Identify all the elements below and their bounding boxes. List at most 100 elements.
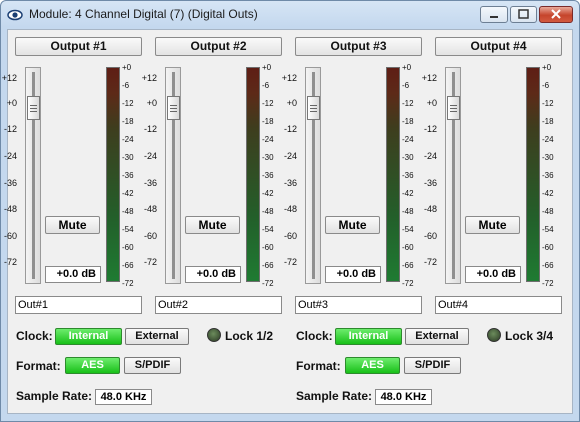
fader-scale-label: +12 bbox=[281, 73, 297, 83]
meter-scale-label: -72 bbox=[542, 279, 554, 288]
meter-scale-label: -12 bbox=[402, 99, 414, 108]
gain-value-3[interactable]: +0.0 dB bbox=[325, 266, 381, 283]
gain-value-4[interactable]: +0.0 dB bbox=[465, 266, 521, 283]
output-header-4[interactable]: Output #4 bbox=[435, 37, 562, 56]
gain-value-2[interactable]: +0.0 dB bbox=[185, 266, 241, 283]
fader-scale-label: +12 bbox=[421, 73, 437, 83]
meter-scale-label: -72 bbox=[262, 279, 274, 288]
fader-scale-label: -60 bbox=[3, 231, 17, 241]
meter-scale-label: -24 bbox=[122, 135, 134, 144]
close-icon bbox=[551, 9, 561, 19]
clock-external-button[interactable]: External bbox=[405, 328, 469, 345]
mute-button-2[interactable]: Mute bbox=[185, 216, 240, 234]
meter-scale-label: -36 bbox=[542, 171, 554, 180]
clock-label: Clock: bbox=[296, 329, 333, 343]
fader-scale-label: +12 bbox=[1, 73, 17, 83]
meter-scale-label: +0 bbox=[542, 63, 552, 72]
fader-scale-label: -48 bbox=[143, 204, 157, 214]
fader-scale-label: -72 bbox=[423, 257, 437, 267]
title-bar[interactable]: Module: 4 Channel Digital (7) (Digital O… bbox=[1, 1, 579, 29]
level-meter-1 bbox=[106, 67, 120, 282]
meter-scale-label: -24 bbox=[262, 135, 274, 144]
channel-name-field-3[interactable]: Out#3 bbox=[295, 296, 422, 314]
format-spdif-button[interactable]: S/PDIF bbox=[404, 357, 461, 374]
output-header-1[interactable]: Output #1 bbox=[15, 37, 142, 56]
channel-name-field-4[interactable]: Out#4 bbox=[435, 296, 562, 314]
meter-scale-label: -48 bbox=[402, 207, 414, 216]
format-spdif-button[interactable]: S/PDIF bbox=[124, 357, 181, 374]
meter-scale-label: -42 bbox=[542, 189, 554, 198]
mute-button-3[interactable]: Mute bbox=[325, 216, 380, 234]
channel-name-field-1[interactable]: Out#1 bbox=[15, 296, 142, 314]
meter-scale-label: -60 bbox=[262, 243, 274, 252]
sample-rate-value: 48.0 KHz bbox=[375, 389, 432, 405]
level-meter-3 bbox=[386, 67, 400, 282]
fader-scale-label: -60 bbox=[143, 231, 157, 241]
fader-scale-label: -72 bbox=[143, 257, 157, 267]
meter-scale-label: -24 bbox=[542, 135, 554, 144]
meter-scale-label: -72 bbox=[402, 279, 414, 288]
meter-scale-label: -36 bbox=[262, 171, 274, 180]
meter-scale-label: -30 bbox=[402, 153, 414, 162]
fader-scale-label: +0 bbox=[286, 98, 297, 108]
fader-scale-label: -24 bbox=[423, 151, 437, 161]
format-aes-button[interactable]: AES bbox=[345, 357, 400, 374]
meter-scale-label: -66 bbox=[262, 261, 274, 270]
meter-scale-label: -66 bbox=[402, 261, 414, 270]
clock-internal-button[interactable]: Internal bbox=[335, 328, 402, 345]
eye-icon[interactable] bbox=[7, 7, 23, 23]
output-header-3[interactable]: Output #3 bbox=[295, 37, 422, 56]
meter-scale-label: +0 bbox=[402, 63, 412, 72]
fader-scale-label: -36 bbox=[283, 178, 297, 188]
meter-scale-label: -48 bbox=[542, 207, 554, 216]
meter-scale-label: -30 bbox=[542, 153, 554, 162]
meter-scale-label: -42 bbox=[262, 189, 274, 198]
fader-scale-label: -36 bbox=[423, 178, 437, 188]
channel-name-field-2[interactable]: Out#2 bbox=[155, 296, 282, 314]
gain-fader-1[interactable] bbox=[25, 67, 41, 284]
fader-scale-label: +0 bbox=[6, 98, 17, 108]
close-button[interactable] bbox=[539, 6, 573, 23]
clock-internal-button[interactable]: Internal bbox=[55, 328, 122, 345]
meter-scale-label: -66 bbox=[122, 261, 134, 270]
meter-scale-label: -24 bbox=[402, 135, 414, 144]
fader-scale-label: -12 bbox=[423, 124, 437, 134]
format-aes-button[interactable]: AES bbox=[65, 357, 120, 374]
mute-button-4[interactable]: Mute bbox=[465, 216, 520, 234]
meter-scale-label: -36 bbox=[402, 171, 414, 180]
sample-rate-value: 48.0 KHz bbox=[95, 389, 152, 405]
minimize-icon bbox=[490, 16, 498, 18]
maximize-icon bbox=[518, 9, 529, 19]
fader-thumb[interactable] bbox=[307, 96, 320, 120]
meter-scale-label: -6 bbox=[122, 81, 130, 90]
fader-thumb[interactable] bbox=[167, 96, 180, 120]
clock-label: Clock: bbox=[16, 329, 53, 343]
fader-scale-label: -72 bbox=[3, 257, 17, 267]
maximize-button[interactable] bbox=[510, 6, 537, 23]
gain-fader-2[interactable] bbox=[165, 67, 181, 284]
fader-scale-label: -24 bbox=[3, 151, 17, 161]
mute-button-1[interactable]: Mute bbox=[45, 216, 100, 234]
fader-thumb[interactable] bbox=[27, 96, 40, 120]
minimize-button[interactable] bbox=[480, 6, 508, 23]
meter-scale-label: -72 bbox=[122, 279, 134, 288]
gain-value-1[interactable]: +0.0 dB bbox=[45, 266, 101, 283]
meter-scale-label: -60 bbox=[122, 243, 134, 252]
fader-scale-label: +12 bbox=[141, 73, 157, 83]
fader-scale-label: -60 bbox=[423, 231, 437, 241]
meter-scale-label: -18 bbox=[122, 117, 134, 126]
gain-fader-3[interactable] bbox=[305, 67, 321, 284]
fader-thumb[interactable] bbox=[447, 96, 460, 120]
meter-scale-label: -30 bbox=[262, 153, 274, 162]
meter-scale-label: -54 bbox=[402, 225, 414, 234]
meter-scale-label: -42 bbox=[122, 189, 134, 198]
meter-scale-label: +0 bbox=[122, 63, 132, 72]
clock-external-button[interactable]: External bbox=[125, 328, 189, 345]
meter-scale-label: -60 bbox=[542, 243, 554, 252]
output-header-2[interactable]: Output #2 bbox=[155, 37, 282, 56]
meter-scale-label: -6 bbox=[262, 81, 270, 90]
gain-fader-4[interactable] bbox=[445, 67, 461, 284]
meter-scale-label: -54 bbox=[542, 225, 554, 234]
meter-scale-label: -30 bbox=[122, 153, 134, 162]
meter-scale-label: -18 bbox=[542, 117, 554, 126]
